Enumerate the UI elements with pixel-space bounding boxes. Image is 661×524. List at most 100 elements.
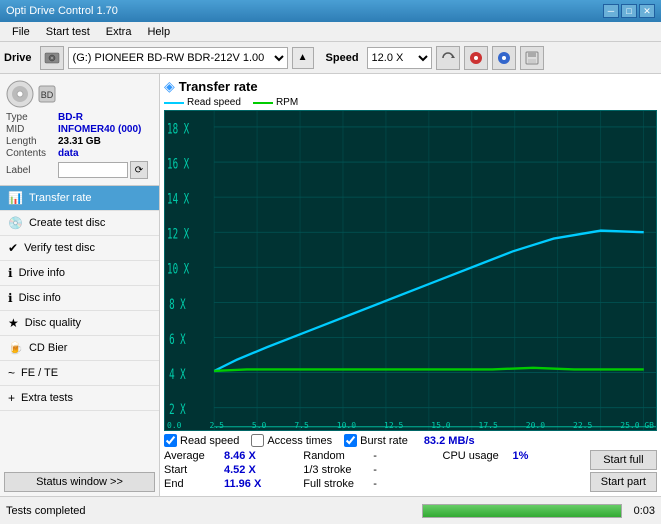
stats-area: Average 8.46 X Start 4.52 X End 11.96 X … bbox=[164, 450, 657, 492]
x-label-20: 20.0 bbox=[526, 421, 545, 430]
close-button[interactable]: ✕ bbox=[639, 4, 655, 18]
minimize-button[interactable]: ─ bbox=[603, 4, 619, 18]
burst-rate-checkbox[interactable]: Burst rate bbox=[344, 434, 408, 447]
label-refresh-btn[interactable]: ⟳ bbox=[130, 161, 148, 179]
x-label-12-5: 12.5 bbox=[384, 421, 403, 430]
nav-create-test-disc[interactable]: 💿 Create test disc bbox=[0, 211, 159, 236]
stats-col-left: Average 8.46 X Start 4.52 X End 11.96 X bbox=[164, 450, 303, 492]
random-label: Random bbox=[303, 450, 373, 462]
progress-fill bbox=[423, 505, 621, 517]
sidebar: BD Type BD-R MID INFOMER40 (000) Length … bbox=[0, 74, 160, 496]
read-speed-color bbox=[164, 102, 184, 104]
extra-tests-icon: + bbox=[8, 391, 15, 405]
length-label: Length bbox=[6, 136, 58, 147]
svg-text:8 X: 8 X bbox=[169, 296, 186, 313]
read-speed-checkbox[interactable]: Read speed bbox=[164, 434, 239, 447]
toolbar: Drive (G:) PIONEER BD-RW BDR-212V 1.00 ▲… bbox=[0, 42, 661, 74]
nav-verify-test-disc[interactable]: ✔ Verify test disc bbox=[0, 236, 159, 261]
nav-transfer-rate[interactable]: 📊 Transfer rate bbox=[0, 186, 159, 211]
label-label: Label bbox=[6, 165, 58, 176]
chart-graph: 18 X 16 X 14 X 12 X 10 X 8 X 6 X 4 X 2 X bbox=[164, 110, 657, 431]
svg-text:16 X: 16 X bbox=[167, 155, 190, 172]
full-stroke-value: - bbox=[373, 478, 377, 490]
cpu-label: CPU usage bbox=[443, 450, 513, 462]
menu-start-test[interactable]: Start test bbox=[38, 24, 98, 40]
drive-select[interactable]: (G:) PIONEER BD-RW BDR-212V 1.00 bbox=[68, 47, 288, 69]
drive-info-icon: ℹ bbox=[8, 266, 13, 280]
chart-checkboxes: Read speed Access times Burst rate 83.2 … bbox=[164, 434, 657, 447]
stroke-1-3-value: - bbox=[373, 464, 377, 476]
status-bar: Tests completed 0:03 bbox=[0, 496, 661, 524]
window-controls[interactable]: ─ □ ✕ bbox=[603, 4, 655, 18]
x-label-7-5: 7.5 bbox=[294, 421, 308, 430]
chart-svg: 18 X 16 X 14 X 12 X 10 X 8 X 6 X 4 X 2 X bbox=[165, 111, 656, 430]
create-disc-icon: 💿 bbox=[8, 216, 23, 230]
x-label-2-5: 2.5 bbox=[209, 421, 223, 430]
legend-rpm: RPM bbox=[253, 97, 298, 108]
menu-extra[interactable]: Extra bbox=[98, 24, 140, 40]
status-time: 0:03 bbox=[634, 505, 655, 517]
menu-file[interactable]: File bbox=[4, 24, 38, 40]
start-value: 4.52 X bbox=[224, 464, 256, 476]
legend-read-speed: Read speed bbox=[164, 97, 241, 108]
x-label-0: 0.0 bbox=[167, 421, 181, 430]
stroke-1-3-label: 1/3 stroke bbox=[303, 464, 373, 476]
disc-info-panel: BD Type BD-R MID INFOMER40 (000) Length … bbox=[0, 74, 159, 186]
nav-drive-info[interactable]: ℹ Drive info bbox=[0, 261, 159, 286]
svg-text:4 X: 4 X bbox=[169, 366, 186, 383]
burst-value: 83.2 MB/s bbox=[424, 435, 475, 447]
label-input[interactable] bbox=[58, 162, 128, 178]
full-stroke-label: Full stroke bbox=[303, 478, 373, 490]
chart-legend: Read speed RPM bbox=[164, 97, 657, 108]
type-value: BD-R bbox=[58, 112, 83, 123]
x-label-10: 10.0 bbox=[337, 421, 356, 430]
chart-title: Transfer rate bbox=[179, 79, 258, 94]
speed-select[interactable]: 12.0 X bbox=[367, 47, 432, 69]
length-value: 23.31 GB bbox=[58, 136, 101, 147]
app-title: Opti Drive Control 1.70 bbox=[6, 5, 118, 17]
disc-quality-icon: ★ bbox=[8, 316, 19, 330]
nav-disc-quality[interactable]: ★ Disc quality bbox=[0, 311, 159, 336]
nav-extra-tests[interactable]: + Extra tests bbox=[0, 386, 159, 411]
nav-menu: 📊 Transfer rate 💿 Create test disc ✔ Ver… bbox=[0, 186, 159, 468]
drive-icon-btn[interactable] bbox=[40, 46, 64, 70]
x-label-25: 25.0 GB bbox=[620, 421, 654, 430]
main-content: BD Type BD-R MID INFOMER40 (000) Length … bbox=[0, 74, 661, 496]
nav-cd-bier[interactable]: 🍺 CD Bier bbox=[0, 336, 159, 361]
type-label: Type bbox=[6, 112, 58, 123]
start-part-btn[interactable]: Start part bbox=[590, 472, 657, 492]
nav-disc-info[interactable]: ℹ Disc info bbox=[0, 286, 159, 311]
rpm-color bbox=[253, 102, 273, 104]
stats-col-mid: Random - 1/3 stroke - Full stroke - bbox=[303, 450, 442, 492]
disc-blue-btn[interactable] bbox=[492, 46, 516, 70]
status-window-btn[interactable]: Status window >> bbox=[4, 472, 155, 492]
status-text: Tests completed bbox=[6, 505, 414, 517]
svg-text:14 X: 14 X bbox=[167, 190, 190, 207]
svg-text:2 X: 2 X bbox=[169, 401, 186, 418]
svg-text:BD: BD bbox=[41, 90, 54, 100]
end-value: 11.96 X bbox=[224, 478, 261, 490]
verify-disc-icon: ✔ bbox=[8, 241, 18, 255]
contents-value[interactable]: data bbox=[58, 148, 79, 159]
svg-text:10 X: 10 X bbox=[167, 261, 190, 278]
start-full-btn[interactable]: Start full bbox=[590, 450, 657, 470]
disc-red-btn[interactable] bbox=[464, 46, 488, 70]
save-btn[interactable] bbox=[520, 46, 544, 70]
contents-label: Contents bbox=[6, 148, 58, 159]
title-bar: Opti Drive Control 1.70 ─ □ ✕ bbox=[0, 0, 661, 22]
refresh-icon-btn[interactable] bbox=[436, 46, 460, 70]
stats-col-right: CPU usage 1% bbox=[443, 450, 582, 492]
x-label-22-5: 22.5 bbox=[573, 421, 592, 430]
end-label: End bbox=[164, 478, 224, 490]
eject-button[interactable]: ▲ bbox=[292, 47, 314, 69]
access-times-checkbox[interactable]: Access times bbox=[251, 434, 332, 447]
svg-text:18 X: 18 X bbox=[167, 120, 190, 137]
transfer-rate-icon: 📊 bbox=[8, 191, 23, 205]
nav-fe-te[interactable]: ~ FE / TE bbox=[0, 361, 159, 386]
average-value: 8.46 X bbox=[224, 450, 256, 462]
menu-bar: File Start test Extra Help bbox=[0, 22, 661, 42]
action-buttons: Start full Start part bbox=[590, 450, 657, 492]
random-value: - bbox=[373, 450, 377, 462]
menu-help[interactable]: Help bbox=[139, 24, 178, 40]
maximize-button[interactable]: □ bbox=[621, 4, 637, 18]
